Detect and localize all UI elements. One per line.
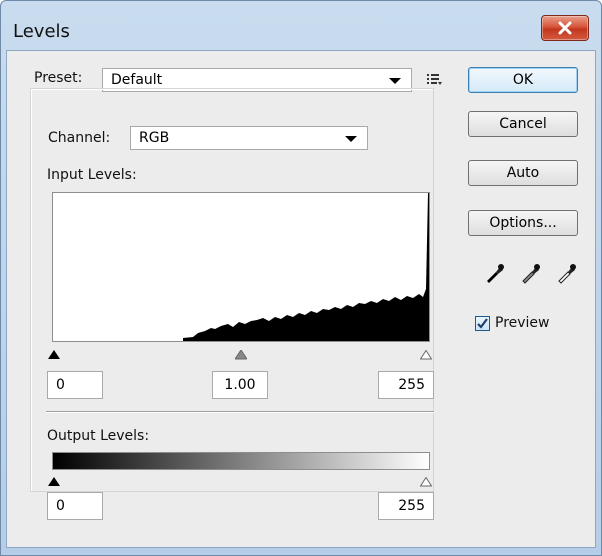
output-levels-label: Output Levels: — [47, 428, 150, 444]
checkmark-icon — [477, 318, 488, 329]
title-bar[interactable]: Levels — [1, 1, 601, 45]
auto-button[interactable]: Auto — [468, 160, 578, 186]
white-point-eyedropper-icon[interactable] — [556, 262, 578, 288]
preset-value: Default — [111, 72, 163, 88]
close-button[interactable] — [541, 15, 589, 41]
chevron-down-icon — [389, 78, 401, 84]
input-white-slider[interactable] — [419, 345, 433, 364]
input-white-field[interactable]: 255 — [378, 371, 434, 399]
channel-label: Channel: — [42, 130, 117, 146]
preview-checkbox[interactable] — [475, 316, 490, 331]
input-black-field[interactable]: 0 — [47, 371, 103, 399]
channel-dropdown[interactable]: RGB — [130, 126, 368, 150]
window-title: Levels — [13, 21, 70, 42]
gray-point-eyedropper-icon[interactable] — [520, 262, 542, 288]
output-white-field[interactable]: 255 — [378, 492, 434, 520]
output-black-field[interactable]: 0 — [47, 492, 103, 520]
output-white-slider[interactable] — [419, 472, 433, 491]
levels-separator — [46, 411, 434, 413]
close-x-icon — [558, 21, 572, 35]
input-black-slider[interactable] — [48, 345, 60, 364]
input-levels-label: Input Levels: — [47, 167, 137, 183]
chevron-down-icon — [345, 136, 357, 142]
options-button[interactable]: Options... — [468, 210, 578, 236]
preset-label: Preset: — [34, 70, 83, 86]
preview-label: Preview — [495, 315, 550, 331]
cancel-button[interactable]: Cancel — [468, 111, 578, 137]
black-point-eyedropper-icon[interactable] — [484, 262, 506, 288]
histogram — [52, 192, 430, 342]
histogram-plot — [183, 193, 429, 341]
input-gamma-field[interactable]: 1.00 — [212, 371, 268, 399]
input-gamma-slider[interactable] — [234, 345, 248, 364]
output-black-slider[interactable] — [48, 472, 60, 491]
output-gradient-bar — [52, 452, 430, 470]
ok-button[interactable]: OK — [468, 67, 578, 93]
channel-value: RGB — [139, 130, 170, 146]
